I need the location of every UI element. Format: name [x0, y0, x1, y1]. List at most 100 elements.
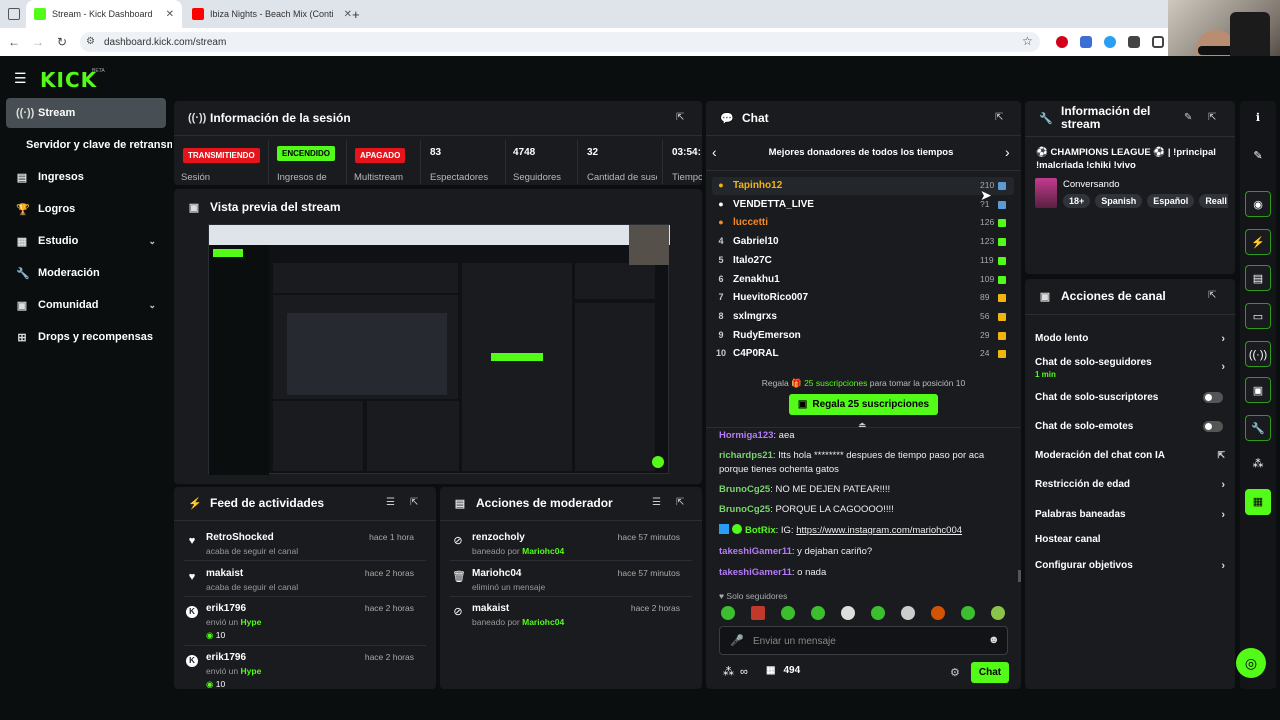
emote-icon[interactable]: [721, 606, 735, 620]
mod-target[interactable]: renzocholy: [472, 532, 525, 543]
donor-name[interactable]: Tapinho12: [733, 180, 782, 191]
popout-icon[interactable]: ⇱: [995, 112, 1003, 123]
emote-icon[interactable]: [901, 606, 915, 620]
sidebar-item-drops[interactable]: ⊞ Drops y recompensas: [6, 322, 166, 352]
sidebar-item-studio[interactable]: ▦ Estudio ⌄: [6, 226, 166, 256]
extension-icon[interactable]: [1056, 36, 1068, 48]
chat-link[interactable]: https://www.instagram.com/mariohc004: [796, 525, 962, 536]
sidebar-item-achievements[interactable]: 🏆 Logros: [6, 194, 166, 224]
filter-icon[interactable]: ☰: [652, 497, 661, 508]
donor-name[interactable]: sxlmgrxs: [733, 311, 777, 322]
chat-scrollbar[interactable]: [1018, 570, 1021, 582]
edit-pencil-icon[interactable]: ✎: [1245, 143, 1271, 169]
sidebar-item-income[interactable]: ▤ Ingresos: [6, 162, 166, 192]
stream-preview-video[interactable]: [208, 224, 670, 475]
extension-icon[interactable]: [1104, 36, 1116, 48]
emote-icon[interactable]: [871, 606, 885, 620]
forward-icon[interactable]: →: [26, 35, 50, 49]
tag-chip[interactable]: Español: [1147, 194, 1195, 208]
donor-name[interactable]: RudyEmerson: [733, 330, 801, 341]
action-age-restriction[interactable]: Restricción de edad ›: [1035, 479, 1225, 491]
action-followers-only[interactable]: Chat de solo-seguidores 1 min ›: [1035, 357, 1225, 379]
donor-name[interactable]: C4P0RAL: [733, 348, 779, 359]
sidebar-item-server-key[interactable]: Servidor y clave de retransmisión: [16, 130, 172, 160]
site-info-icon[interactable]: ⚙: [86, 36, 95, 47]
chevron-right-icon[interactable]: ›: [1005, 144, 1010, 160]
camera-icon[interactable]: ◉: [1245, 191, 1271, 217]
popout-icon[interactable]: ⇱: [676, 497, 684, 508]
sidebar-item-moderation[interactable]: 🔧 Moderación: [6, 258, 166, 288]
category-thumbnail[interactable]: [1035, 178, 1057, 208]
broadcast-icon[interactable]: ((·)): [1245, 341, 1271, 367]
microphone-icon[interactable]: 🎤: [730, 634, 744, 647]
hamburger-menu-icon[interactable]: ☰: [14, 70, 27, 87]
clapperboard-icon[interactable]: ▦: [1245, 489, 1271, 515]
feed-username[interactable]: makaist: [206, 568, 243, 579]
browser-tab-stream[interactable]: Stream - Kick Dashboard ✕: [26, 0, 182, 28]
emotes-only-toggle[interactable]: [1203, 421, 1223, 432]
emoji-icon[interactable]: ☻: [988, 634, 1000, 646]
lightning-icon[interactable]: ⚡: [1245, 229, 1271, 255]
points-icon[interactable]: ⁂: [1245, 451, 1271, 477]
chevron-left-icon[interactable]: ‹: [712, 144, 717, 160]
popout-icon[interactable]: ⇱: [1208, 112, 1216, 123]
browser-tab-music[interactable]: Ibiza Nights - Beach Mix (Conti ✕: [184, 0, 360, 28]
emote-icon[interactable]: [811, 606, 825, 620]
donor-name[interactable]: Gabriel10: [733, 236, 779, 247]
extension-icon[interactable]: [1080, 36, 1092, 48]
mod-by[interactable]: Mariohc04: [522, 617, 564, 627]
chat-username[interactable]: richardps21: [719, 450, 773, 461]
chat-username[interactable]: Hormiga123: [719, 430, 773, 441]
chat-username[interactable]: BotRix: [745, 525, 776, 536]
wrench-icon[interactable]: 🔧: [1245, 415, 1271, 441]
donor-name[interactable]: HuevitoRico007: [733, 292, 808, 303]
category-name[interactable]: Conversando: [1063, 179, 1120, 190]
emote-icon[interactable]: [781, 606, 795, 620]
chat-username[interactable]: BrunoCg25: [719, 504, 770, 515]
extensions-puzzle-icon[interactable]: [1152, 36, 1164, 48]
document-icon[interactable]: ▤: [1245, 265, 1271, 291]
emote-icon[interactable]: [961, 606, 975, 620]
mod-target[interactable]: makaist: [472, 603, 509, 614]
kick-logo[interactable]: KICK: [40, 68, 97, 92]
donor-name[interactable]: VENDETTA_LIVE: [733, 199, 814, 210]
tab-search-icon[interactable]: [8, 8, 20, 20]
action-banned-words[interactable]: Palabras baneadas ›: [1035, 509, 1225, 521]
feed-username[interactable]: erik1796: [206, 652, 246, 663]
bookmark-star-icon[interactable]: ☆: [1022, 34, 1033, 48]
reload-icon[interactable]: ↻: [50, 35, 74, 49]
back-icon[interactable]: ←: [2, 35, 26, 49]
action-configure-goals[interactable]: Configurar objetivos ›: [1035, 560, 1225, 572]
chat-bubble-icon[interactable]: ▭: [1245, 303, 1271, 329]
close-icon[interactable]: ✕: [166, 9, 174, 20]
new-tab-button[interactable]: +: [344, 0, 364, 28]
emote-icon[interactable]: [931, 606, 945, 620]
chat-username[interactable]: takeshiGamer11: [719, 546, 792, 557]
help-support-icon[interactable]: ◎: [1236, 648, 1266, 678]
tag-chip[interactable]: 18+: [1063, 194, 1091, 208]
filter-icon[interactable]: ☰: [386, 497, 395, 508]
subscribers-only-toggle[interactable]: [1203, 392, 1223, 403]
send-chat-button[interactable]: Chat: [971, 662, 1009, 683]
action-slow-mode[interactable]: Modo lento ›: [1035, 333, 1225, 345]
chat-username[interactable]: takeshiGamer11: [719, 567, 792, 578]
extension-icon[interactable]: [1128, 36, 1140, 48]
emote-icon[interactable]: [991, 606, 1005, 620]
emote-icon[interactable]: [841, 606, 855, 620]
action-host-channel[interactable]: Hostear canal: [1035, 534, 1225, 545]
channel-icon[interactable]: ▣: [1245, 377, 1271, 403]
mod-target[interactable]: Mariohc04: [472, 568, 521, 579]
donor-name[interactable]: Zenakhu1: [733, 274, 780, 285]
edit-pencil-icon[interactable]: ✎: [1184, 112, 1192, 123]
sidebar-item-stream[interactable]: ((·)) Stream: [6, 98, 166, 128]
donor-name[interactable]: luccetti: [733, 217, 768, 228]
feed-username[interactable]: erik1796: [206, 603, 246, 614]
donor-name[interactable]: Italo27C: [733, 255, 772, 266]
feed-username[interactable]: RetroShocked: [206, 532, 274, 543]
popout-icon[interactable]: ⇱: [676, 112, 684, 123]
emote-icon[interactable]: [751, 606, 765, 620]
settings-gear-icon[interactable]: ⚙: [950, 666, 960, 679]
popout-icon[interactable]: ⇱: [1208, 290, 1216, 301]
action-ai-moderation[interactable]: Moderación del chat con IA ⇱: [1035, 450, 1225, 461]
gift-subs-button[interactable]: ▣ Regala 25 suscripciones: [789, 394, 938, 415]
